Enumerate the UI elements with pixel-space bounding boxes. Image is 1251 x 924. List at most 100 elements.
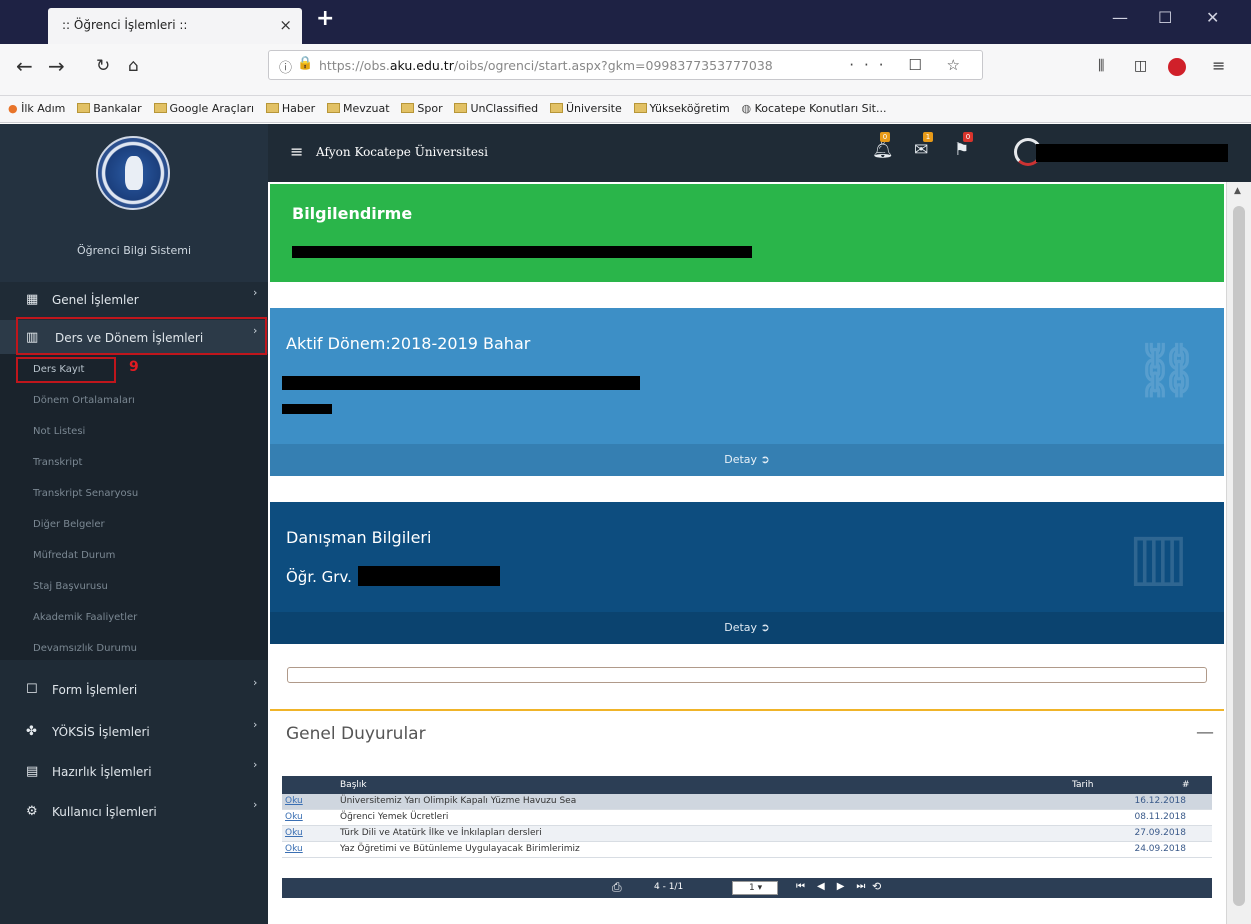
form-icon: ☐ — [26, 682, 38, 697]
menu-icon[interactable]: ≡ — [1212, 56, 1225, 75]
back-icon[interactable]: ← — [16, 54, 33, 78]
refresh-icon[interactable]: ⟲ — [872, 880, 881, 893]
advisor-panel-title: Danışman Bilgileri — [286, 528, 432, 547]
notification-badge: 0 — [880, 132, 890, 142]
folder-icon — [326, 103, 340, 113]
read-link[interactable]: Oku — [285, 796, 303, 806]
section-divider — [270, 709, 1224, 711]
bookmark-item[interactable]: ◍ Kocatepe Konutları Sit... — [742, 102, 887, 115]
message-badge: 1 — [923, 132, 933, 142]
bell-icon[interactable]: 🔔︎ — [872, 140, 894, 160]
menu-yoksis-islemleri[interactable]: ✤ YÖKSİS İşlemleri › — [0, 714, 268, 750]
folder-icon — [633, 103, 647, 113]
bookmark-item[interactable]: UnClassified — [454, 102, 538, 115]
bookmark-item[interactable]: Üniversite — [549, 102, 622, 115]
new-tab-button[interactable]: + — [316, 6, 334, 31]
advisor-panel: Danışman Bilgileri Öğr. Grv. ▥ Detay ➲ — [270, 502, 1224, 644]
menu-genel-islemler[interactable]: ▦ Genel İşlemler › — [0, 282, 268, 318]
site-title: Afyon Kocatepe Üniversitesi — [316, 145, 488, 159]
bookmark-item[interactable]: Google Araçları — [153, 102, 254, 115]
redacted-term-info — [282, 376, 640, 390]
announcements-table: Başlık Tarih # Oku Üniversitemiz Yarı Ol… — [282, 776, 1212, 898]
university-logo — [96, 136, 170, 210]
submenu-diger-belgeler[interactable]: Diğer Belgeler — [33, 519, 105, 530]
bookmark-item[interactable]: ● İlk Adım — [8, 102, 65, 115]
chevron-right-icon: › — [253, 718, 258, 731]
sidebar-toggle-icon[interactable]: ◫ — [1134, 58, 1147, 74]
app-topbar: ≡ Afyon Kocatepe Üniversitesi 🔔︎ 0 ✉ 1 ⚑… — [268, 124, 1251, 182]
redacted-username — [1036, 144, 1228, 162]
submenu-transkript[interactable]: Transkript — [33, 457, 82, 468]
read-link[interactable]: Oku — [285, 828, 303, 838]
active-term-detail-link[interactable]: Detay ➲ — [270, 444, 1224, 476]
submenu-transkript-senaryosu[interactable]: Transkript Senaryosu — [33, 488, 138, 499]
pager-nav-icons[interactable]: ⏮◀▶⏭ — [796, 881, 877, 892]
link-icon: ⛓ — [1134, 341, 1201, 401]
bookmark-item[interactable]: Haber — [265, 102, 315, 115]
info-icon[interactable]: ⓘ — [279, 57, 292, 76]
bookmarks-bar: ● İlk Adım Bankalar Google Araçları Habe… — [0, 96, 1251, 123]
submenu-not-listesi[interactable]: Not Listesi — [33, 426, 85, 437]
submenu-staj-basvurusu[interactable]: Staj Başvurusu — [33, 581, 108, 592]
scroll-up-icon[interactable]: ▲ — [1234, 186, 1241, 196]
hamburger-icon[interactable]: ≡ — [290, 142, 303, 161]
table-pager: ⎙ 4 - 1/1 1 ▾ ⏮◀▶⏭ ⟲ — [282, 878, 1212, 898]
table-row[interactable]: Oku Üniversitemiz Yarı Olimpik Kapalı Yü… — [282, 794, 1212, 810]
browser-tab[interactable]: :: Öğrenci İşlemleri :: × — [48, 8, 302, 44]
submenu-devamsizlik-durumu[interactable]: Devamsızlık Durumu — [33, 643, 137, 654]
bookmark-item[interactable]: Spor — [401, 102, 443, 115]
url-text[interactable]: https://obs.aku.edu.tr/oibs/ogrenci/star… — [319, 58, 839, 73]
redacted-advisor-name — [358, 566, 500, 586]
cogs-icon: ✤ — [26, 724, 37, 739]
submenu: Ders Kayıt Dönem Ortalamaları Not Listes… — [0, 354, 268, 660]
page-select[interactable]: 1 ▾ — [732, 881, 778, 895]
read-link[interactable]: Oku — [285, 812, 303, 822]
flag-icon[interactable]: ⚑ — [954, 140, 969, 160]
redacted-info-text — [292, 246, 752, 258]
url-bar[interactable]: ⓘ 🔒 https://obs.aku.edu.tr/oibs/ogrenci/… — [268, 50, 983, 80]
flag-badge: 0 — [963, 132, 973, 142]
folder-icon — [401, 103, 415, 113]
browser-titlebar: :: Öğrenci İşlemleri :: × + — ☐ ✕ — [0, 0, 1251, 44]
table-row[interactable]: Oku Öğrenci Yemek Ücretleri 08.11.2018 — [282, 810, 1212, 826]
redacted-term-info — [282, 404, 332, 414]
collapse-icon[interactable]: — — [1196, 722, 1214, 743]
window-close-icon[interactable]: ✕ — [1206, 8, 1219, 27]
adblock-icon[interactable] — [1168, 58, 1186, 76]
reload-icon[interactable]: ↻ — [96, 56, 110, 76]
folder-icon — [153, 103, 167, 113]
book-icon: ▤ — [26, 764, 39, 779]
minimize-icon[interactable]: — — [1112, 8, 1128, 27]
library-icon[interactable]: ⫼ — [1098, 58, 1104, 74]
bookmark-item[interactable]: Mevzuat — [326, 102, 390, 115]
print-icon[interactable]: ⎙ — [612, 880, 622, 895]
table-row[interactable]: Oku Yaz Öğretimi ve Bütünleme Uygulayaca… — [282, 842, 1212, 858]
submenu-akademik-faaliyetler[interactable]: Akademik Faaliyetler — [33, 612, 137, 623]
chevron-right-icon: › — [253, 676, 258, 689]
submenu-mufredat-durum[interactable]: Müfredat Durum — [33, 550, 115, 561]
sidebar: Öğrenci Bilgi Sistemi ▦ Genel İşlemler ›… — [0, 124, 268, 924]
submenu-donem-ortalamalari[interactable]: Dönem Ortalamaları — [33, 395, 135, 406]
scrollbar[interactable]: ▲ — [1226, 182, 1251, 924]
read-link[interactable]: Oku — [285, 844, 303, 854]
menu-kullanici-islemleri[interactable]: ⚙ Kullanıcı İşlemleri › — [0, 794, 268, 830]
forward-icon[interactable]: → — [48, 54, 65, 78]
home-icon[interactable]: ⌂ — [128, 56, 139, 76]
advisor-detail-link[interactable]: Detay ➲ — [270, 612, 1224, 644]
maximize-icon[interactable]: ☐ — [1158, 8, 1172, 27]
scroll-thumb[interactable] — [1233, 206, 1245, 906]
column-date[interactable]: Tarih — [1072, 780, 1093, 790]
id-card-icon: ▦ — [26, 292, 39, 307]
table-row[interactable]: Oku Türk Dili ve Atatürk İlke ve İnkılap… — [282, 826, 1212, 842]
arrow-circle-right-icon: ➲ — [760, 621, 770, 634]
menu-form-islemleri[interactable]: ☐ Form İşlemleri › — [0, 672, 268, 708]
active-term-panel: Aktif Dönem:2018-2019 Bahar ⛓ Detay ➲ — [270, 308, 1224, 476]
close-tab-icon[interactable]: × — [279, 16, 292, 34]
menu-hazirlik-islemleri[interactable]: ▤ Hazırlık İşlemleri › — [0, 754, 268, 790]
bookmark-item[interactable]: Bankalar — [77, 102, 142, 115]
bookmark-item[interactable]: Yükseköğretim — [633, 102, 730, 115]
column-title[interactable]: Başlık — [340, 780, 367, 790]
page-actions-icon[interactable]: ··· ☐ ☆ — [849, 56, 970, 74]
advisor-name: Öğr. Grv. — [286, 568, 352, 586]
envelope-icon[interactable]: ✉ — [914, 140, 928, 160]
